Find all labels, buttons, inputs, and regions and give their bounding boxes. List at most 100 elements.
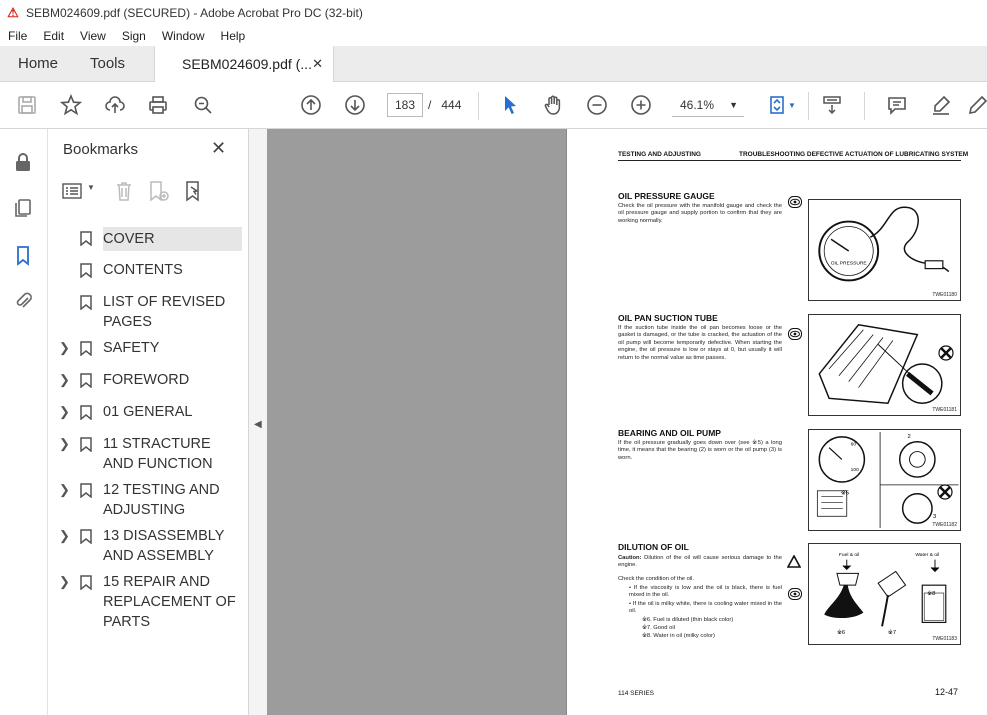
- menu-window[interactable]: Window: [154, 29, 213, 43]
- header-rule: [618, 160, 961, 161]
- bookmark-item-cover[interactable]: COVER: [48, 227, 248, 252]
- acrobat-logo-icon: ⚠: [7, 5, 19, 20]
- lock-icon[interactable]: [12, 151, 36, 175]
- figure-label-6: ※6: [837, 629, 846, 636]
- new-bookmark-icon[interactable]: [148, 180, 170, 202]
- page-count: / 444: [428, 98, 462, 112]
- toolbar-divider: [478, 92, 479, 120]
- menu-file[interactable]: File: [0, 29, 35, 43]
- save-icon[interactable]: [14, 92, 40, 118]
- bookmark-tools: ▼: [62, 179, 242, 205]
- figure-oil-pan-suction-tube: TWE01181: [808, 314, 961, 416]
- menu-help[interactable]: Help: [213, 29, 254, 43]
- figure-label-8: ※8: [927, 590, 936, 597]
- expand-chevron-icon[interactable]: ❯: [59, 340, 70, 356]
- tab-home[interactable]: Home: [18, 46, 58, 82]
- page-header-left: TESTING AND ADJUSTING: [618, 151, 701, 158]
- caution-paragraph: Caution: Dilution of the oil will cause …: [618, 555, 782, 569]
- comment-icon[interactable]: [884, 92, 910, 118]
- callout-2: 2: [908, 434, 911, 440]
- note-item: ※8. Water in oil (milky color): [642, 633, 715, 639]
- bullet-item: • If the oil is milky white, there is co…: [629, 601, 782, 615]
- bookmark-ribbon-icon: [80, 263, 92, 278]
- bullet-item: • If the viscosity is low and the oil is…: [629, 585, 783, 599]
- expand-chevron-icon[interactable]: ❯: [59, 482, 70, 498]
- expand-chevron-icon[interactable]: ❯: [59, 436, 70, 452]
- check-condition-text: Check the condition of the oil.: [618, 576, 695, 582]
- close-panel-icon[interactable]: ✕: [211, 138, 226, 159]
- menu-bar: File Edit View Sign Window Help: [0, 26, 987, 46]
- section-title-oil-pan-suction-tube: OIL PAN SUCTION TUBE: [618, 313, 718, 323]
- zoom-level-select[interactable]: 46.1% ▼: [672, 93, 744, 117]
- bookmark-star-icon[interactable]: [58, 92, 84, 118]
- warning-triangle-icon: [787, 555, 801, 568]
- page-number-input[interactable]: 183: [387, 93, 423, 117]
- zoom-out-icon[interactable]: [584, 92, 610, 118]
- menu-view[interactable]: View: [72, 29, 114, 43]
- scrolling-mode-icon[interactable]: [819, 92, 845, 118]
- page-thumbnails-icon[interactable]: [12, 197, 36, 221]
- note-item: ※7. Good oil: [642, 625, 675, 631]
- menu-edit[interactable]: Edit: [35, 29, 72, 43]
- expand-chevron-icon[interactable]: ❯: [59, 574, 70, 590]
- bookmarks-icon[interactable]: [12, 244, 36, 268]
- callout-3: 3: [933, 514, 937, 520]
- zoom-in-icon[interactable]: [628, 92, 654, 118]
- search-zoom-icon[interactable]: [190, 92, 216, 118]
- toolbar: 183 / 444 46.1% ▼ ▼: [0, 82, 987, 129]
- menu-sign[interactable]: Sign: [114, 29, 154, 43]
- share-upload-icon[interactable]: [102, 92, 128, 118]
- bookmark-ribbon-icon: [80, 405, 92, 420]
- section-title-oil-pressure-gauge: OIL PRESSURE GAUGE: [618, 191, 715, 201]
- bookmark-ribbon-icon: [80, 529, 92, 544]
- gauge-number: 100: [851, 467, 859, 473]
- page-header-right: TROUBLESHOOTING DEFECTIVE ACTUATION OF L…: [739, 151, 969, 158]
- expand-chevron-icon[interactable]: ❯: [59, 528, 70, 544]
- next-page-icon[interactable]: [342, 92, 368, 118]
- fit-options-chevron-icon[interactable]: ▼: [786, 92, 798, 118]
- document-page[interactable]: TESTING AND ADJUSTING TROUBLESHOOTING DE…: [566, 129, 987, 715]
- close-tab-icon[interactable]: ✕: [312, 46, 323, 82]
- attachments-paperclip-icon[interactable]: [12, 289, 36, 313]
- expand-chevron-icon[interactable]: ❯: [59, 372, 70, 388]
- draw-icon[interactable]: [964, 92, 987, 118]
- section-title-bearing-oil-pump: BEARING AND OIL PUMP: [618, 428, 721, 438]
- toolbar-divider-2: [808, 92, 809, 120]
- options-menu-icon[interactable]: [62, 182, 84, 200]
- expand-chevron-icon[interactable]: ❯: [59, 404, 70, 420]
- delete-trash-icon[interactable]: [114, 180, 134, 202]
- panel-collapse-strip[interactable]: ◀: [249, 129, 267, 715]
- bookmark-ribbon-icon: [80, 295, 92, 310]
- collapse-left-icon[interactable]: ◀: [254, 419, 262, 430]
- tab-tools[interactable]: Tools: [90, 46, 125, 82]
- highlight-pen-icon[interactable]: [928, 92, 954, 118]
- bookmark-ribbon-icon: [80, 437, 92, 452]
- engine-block-illustration: [818, 324, 943, 405]
- hand-tool-icon[interactable]: [540, 92, 566, 118]
- bookmark-search-icon[interactable]: [184, 180, 206, 202]
- bookmark-ribbon-icon: [80, 483, 92, 498]
- tab-document[interactable]: SEBM024609.pdf (... ✕: [154, 46, 334, 83]
- gauge-label: OIL PRESSURE: [831, 261, 868, 267]
- page-footer-left: 114 SERIES: [618, 690, 655, 697]
- select-cursor-icon[interactable]: [497, 92, 523, 118]
- window-title: SEBM024609.pdf (SECURED) - Adobe Acrobat…: [26, 6, 363, 20]
- defective-mark-icon: [938, 345, 954, 361]
- section-title-dilution-of-oil: DILUTION OF OIL: [618, 542, 689, 552]
- previous-page-icon[interactable]: [298, 92, 324, 118]
- oil-beakers-illustration: Fuel & oil Water & oil ※6 ※7 ※8: [824, 552, 947, 636]
- options-chevron-icon[interactable]: ▼: [87, 183, 95, 192]
- figure-label-7: ※7: [888, 629, 896, 636]
- note-item: ※6. Fuel is diluted (thin black color): [642, 617, 734, 623]
- figure-bearing-oil-pump: 60 100 2 3 ※5 TWE01182: [808, 429, 961, 531]
- bookmark-ribbon-icon: [80, 231, 92, 246]
- water-oil-label: Water & oil: [915, 552, 939, 558]
- panel-title: Bookmarks: [63, 141, 139, 158]
- bookmark-ribbon-icon: [80, 341, 92, 356]
- figure-tag: TWE01181: [932, 407, 957, 413]
- figure-tag: TWE01183: [932, 636, 957, 642]
- figure-dilution-of-oil: Fuel & oil Water & oil ※6 ※7 ※8 TWE01183: [808, 543, 961, 645]
- title-bar: ⚠ SEBM024609.pdf (SECURED) - Adobe Acrob…: [0, 0, 987, 26]
- bookmark-ribbon-icon: [80, 575, 92, 590]
- print-icon[interactable]: [145, 92, 171, 118]
